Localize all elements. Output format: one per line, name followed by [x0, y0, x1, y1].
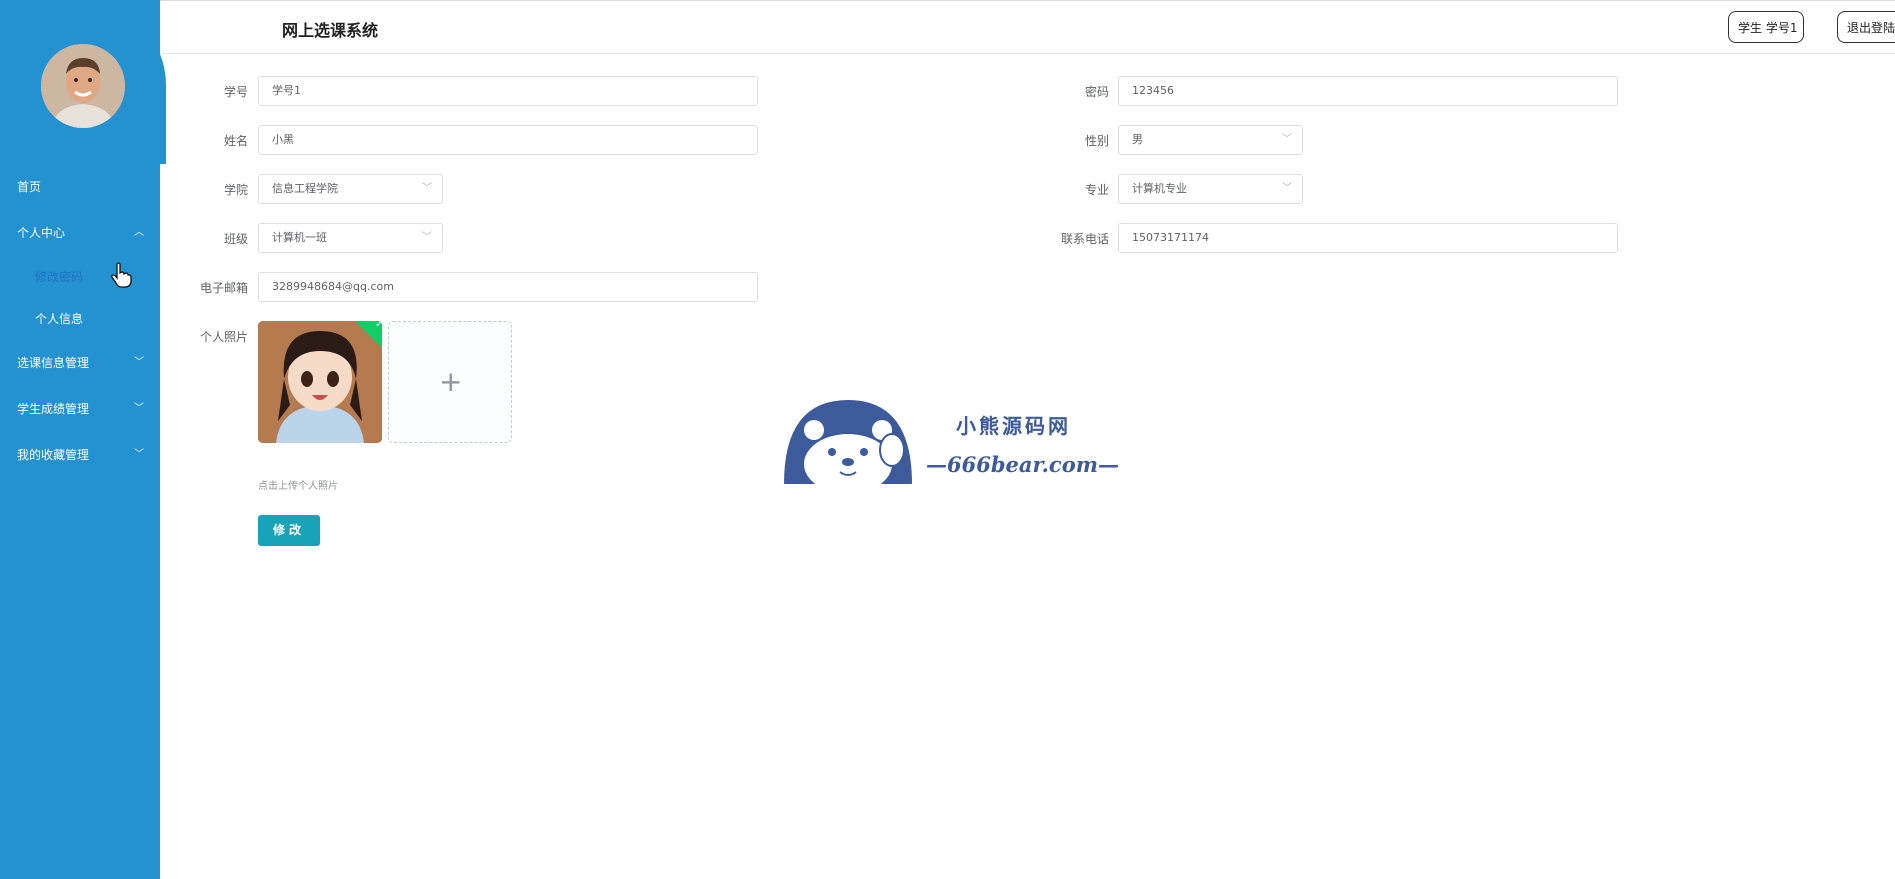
chevron-down-icon: ﹀ — [134, 449, 144, 460]
photo-label: 个人照片 — [199, 330, 248, 344]
password-label: 密码 — [1084, 85, 1109, 99]
sidebar-subitem-label: 修改密码 — [35, 270, 84, 284]
college-label: 学院 — [223, 183, 248, 197]
sidebar-menu: 首页 个人中心 ︿ 修改密码 个人信息 选课信息管理 ﹀ 学生成绩管理 ﹀ 我的… — [0, 164, 160, 478]
check-icon: ✓ — [375, 321, 382, 331]
chevron-down-icon: ﹀ — [1282, 134, 1292, 145]
phone-input[interactable]: 15073171174 — [1118, 223, 1618, 253]
sidebar-item-label: 学生成绩管理 — [17, 402, 90, 416]
gender-label: 性别 — [1084, 134, 1109, 148]
uploaded-photo[interactable]: ✓ — [258, 321, 382, 443]
sidebar-subitem-label: 个人信息 — [35, 312, 84, 326]
app-title: 网上选课系统 — [282, 21, 379, 40]
phone-label: 联系电话 — [1060, 232, 1109, 246]
student-id-label: 学号 — [223, 85, 248, 99]
avatar-icon — [41, 44, 125, 128]
name-label: 姓名 — [223, 134, 248, 148]
chevron-down-icon: ﹀ — [422, 232, 432, 243]
sidebar: 首页 个人中心 ︿ 修改密码 个人信息 选课信息管理 ﹀ 学生成绩管理 ﹀ 我的… — [0, 0, 166, 879]
avatar-panel — [0, 2, 166, 164]
college-select[interactable]: 信息工程学院 ﹀ — [258, 174, 443, 204]
sidebar-item-course-selection[interactable]: 选课信息管理 ﹀ — [0, 340, 160, 386]
top-header: 网上选课系统 学生 学号1 退出登陆 — [160, 1, 1895, 54]
sidebar-item-personal-center[interactable]: 个人中心 ︿ — [0, 210, 160, 256]
hand-cursor-icon — [111, 262, 132, 288]
logout-button[interactable]: 退出登陆 — [1837, 11, 1895, 43]
college-select-value: 信息工程学院 — [272, 182, 338, 195]
sidebar-item-label: 个人中心 — [17, 226, 66, 240]
submit-button[interactable]: 修改 — [258, 515, 320, 546]
class-select-value: 计算机一班 — [272, 231, 327, 244]
photo-thumbnail-icon — [258, 321, 382, 443]
watermark-cn: 小熊源码网 — [956, 414, 1071, 438]
chevron-down-icon: ﹀ — [134, 357, 144, 368]
class-label: 班级 — [223, 232, 248, 246]
email-label: 电子邮箱 — [199, 281, 248, 295]
sidebar-item-home[interactable]: 首页 — [0, 164, 160, 210]
chevron-up-icon: ︿ — [134, 227, 144, 238]
user-button[interactable]: 学生 学号1 — [1728, 11, 1804, 43]
sidebar-item-grades[interactable]: 学生成绩管理 ﹀ — [0, 386, 160, 432]
student-id-input[interactable]: 学号1 — [258, 76, 758, 106]
major-select[interactable]: 计算机专业 ﹀ — [1118, 174, 1303, 204]
sidebar-item-label: 我的收藏管理 — [17, 448, 90, 462]
name-input[interactable]: 小黑 — [258, 125, 758, 155]
upload-tip: 点击上传个人照片 — [258, 481, 338, 492]
sidebar-item-favorites[interactable]: 我的收藏管理 ﹀ — [0, 432, 160, 478]
chevron-down-icon: ﹀ — [134, 403, 144, 414]
major-select-value: 计算机专业 — [1132, 182, 1187, 195]
email-input[interactable]: 3289948684@qq.com — [258, 272, 758, 302]
gender-select-value: 男 — [1132, 133, 1143, 146]
avatar[interactable] — [41, 44, 125, 128]
gender-select[interactable]: 男 ﹀ — [1118, 125, 1303, 155]
password-input[interactable]: 123456 — [1118, 76, 1618, 106]
watermark-en: —666bear.com— — [926, 452, 1119, 477]
sidebar-item-label: 首页 — [17, 180, 42, 194]
chevron-down-icon: ﹀ — [422, 183, 432, 194]
major-label: 专业 — [1084, 183, 1109, 197]
sidebar-item-label: 选课信息管理 — [17, 356, 90, 370]
plus-icon: + — [439, 365, 463, 398]
class-select[interactable]: 计算机一班 ﹀ — [258, 223, 443, 253]
sidebar-subitem-personal-info[interactable]: 个人信息 — [0, 298, 160, 340]
sidebar-subitem-change-password[interactable]: 修改密码 — [0, 256, 160, 298]
chevron-down-icon: ﹀ — [1282, 183, 1292, 194]
photo-upload-box[interactable]: + — [388, 321, 512, 443]
